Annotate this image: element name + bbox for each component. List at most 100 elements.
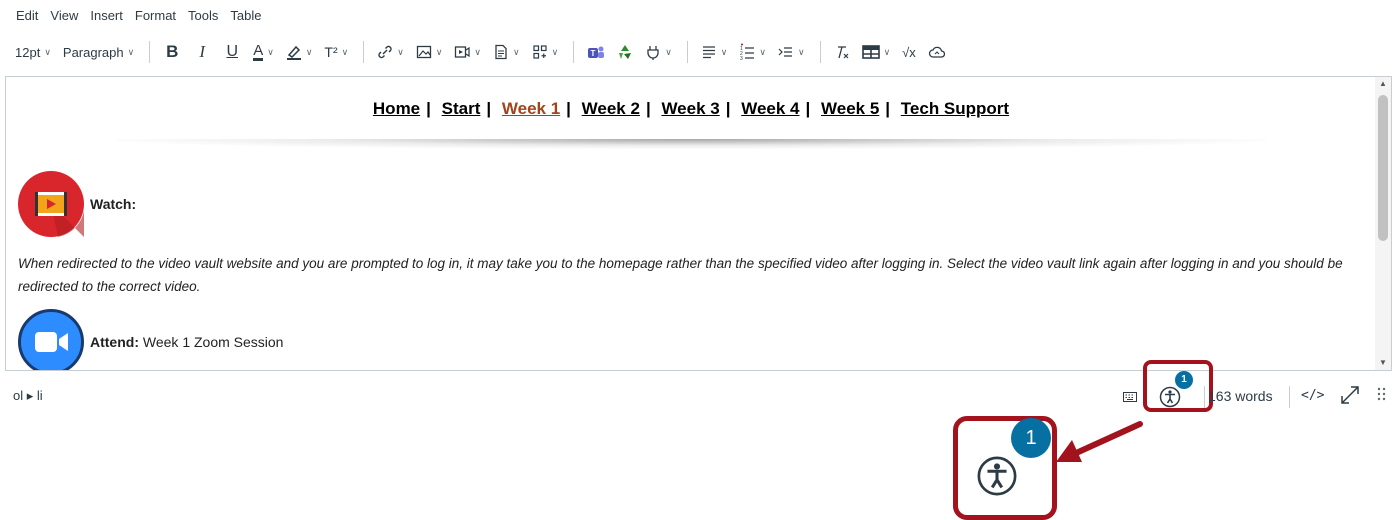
- nav-separator: |: [885, 99, 891, 118]
- zoom-camera-icon: [18, 309, 84, 370]
- element-path[interactable]: ol ▸ li: [13, 388, 43, 404]
- accessibility-issue-badge-large: 1: [1011, 418, 1051, 458]
- chevron-down-icon: ∨: [397, 46, 404, 57]
- menubar: Edit View Insert Format Tools Table: [10, 6, 267, 26]
- bold-icon[interactable]: B: [158, 39, 186, 65]
- font-size-value: 12pt: [15, 44, 41, 60]
- scroll-up-icon[interactable]: ▲: [1375, 77, 1391, 91]
- toolbar-divider: [573, 41, 575, 63]
- font-size-select[interactable]: 12pt ∨: [10, 39, 56, 65]
- scroll-down-icon[interactable]: ▼: [1375, 356, 1391, 370]
- cloud-icon: [928, 46, 945, 58]
- highlight-color-button[interactable]: ∨: [281, 39, 318, 65]
- menu-view[interactable]: View: [44, 6, 84, 26]
- nav-separator: |: [725, 99, 731, 118]
- indent-button[interactable]: ∨: [773, 39, 810, 65]
- menu-format[interactable]: Format: [129, 6, 182, 26]
- teams-button[interactable]: T: [582, 39, 610, 65]
- scroll-thumb[interactable]: [1378, 95, 1388, 241]
- plug-icon: [647, 46, 659, 60]
- menu-insert[interactable]: Insert: [84, 6, 129, 26]
- chevron-down-icon: ∨: [759, 46, 766, 57]
- nav-link-start[interactable]: Start: [442, 99, 481, 118]
- block-format-value: Paragraph: [62, 44, 124, 60]
- equation-button[interactable]: √x: [897, 39, 921, 65]
- highlighter-icon: [286, 45, 301, 60]
- attend-session: Week 1 Zoom Session: [139, 334, 284, 350]
- editor-scrollbar[interactable]: ▲ ▼: [1375, 77, 1391, 370]
- plugin-button[interactable]: ∨: [640, 39, 677, 65]
- apps-button[interactable]: ∨: [527, 39, 564, 65]
- toolbar: 12pt ∨ Paragraph ∨ B I U A ∨ ∨ T² ∨ ∨ ∨ …: [10, 38, 1390, 66]
- chevron-down-icon: ∨: [341, 46, 349, 57]
- nav-separator: |: [426, 99, 431, 118]
- nav-separator: |: [805, 99, 811, 118]
- nav-link-week-3[interactable]: Week 3: [661, 99, 719, 118]
- svg-text:T: T: [591, 49, 596, 58]
- chevron-down-icon: ∨: [513, 46, 520, 57]
- superscript-button[interactable]: T² ∨: [319, 39, 353, 65]
- nav-link-week-2[interactable]: Week 2: [582, 99, 640, 118]
- resize-grip-icon[interactable]: [1377, 387, 1387, 406]
- course-nav-links: Home | Start | Week 1 | Week 2 | Week 3 | Wee…: [6, 99, 1376, 119]
- accessibility-icon: [976, 455, 1018, 502]
- keyboard-icon[interactable]: [1123, 390, 1137, 406]
- align-left-icon: [702, 46, 715, 59]
- recycle-button[interactable]: [612, 39, 638, 65]
- video-icon: [18, 171, 84, 237]
- toolbar-divider: [686, 41, 688, 63]
- underline-icon[interactable]: U: [218, 39, 246, 65]
- nav-separator: |: [566, 99, 571, 118]
- toolbar-divider: [819, 41, 821, 63]
- text-color-button[interactable]: A ∨: [248, 39, 279, 65]
- media-button[interactable]: ∨: [449, 39, 486, 65]
- link-icon: [378, 45, 392, 59]
- nav-link-home[interactable]: Home: [373, 99, 420, 118]
- image-icon: [416, 45, 431, 59]
- block-format-select[interactable]: Paragraph ∨: [58, 39, 139, 65]
- chevron-down-icon: ∨: [267, 46, 274, 57]
- square-root-icon: √x: [902, 44, 916, 60]
- table-icon: [861, 45, 880, 59]
- toolbar-divider: [363, 41, 365, 63]
- recycle-icon: [619, 45, 632, 59]
- menu-tools[interactable]: Tools: [182, 6, 224, 26]
- align-button[interactable]: ∨: [696, 39, 733, 65]
- chevron-down-icon: ∨: [474, 46, 482, 57]
- chevron-down-icon: ∨: [44, 46, 51, 57]
- menu-table[interactable]: Table: [224, 6, 267, 26]
- attend-text: Attend: Week 1 Zoom Session: [90, 334, 283, 350]
- fullscreen-expand-icon[interactable]: [1339, 384, 1361, 409]
- nav-link-tech-support[interactable]: Tech Support: [901, 99, 1009, 118]
- chevron-down-icon: ∨: [883, 46, 891, 57]
- nav-separator: |: [645, 99, 651, 118]
- cloud-button[interactable]: [923, 39, 951, 65]
- media-icon: [455, 46, 471, 58]
- html-editor-toggle[interactable]: </>: [1301, 388, 1324, 403]
- attend-label: Attend:: [90, 334, 139, 350]
- editor-content-area[interactable]: Home | Start | Week 1 | Week 2 | Week 3 | Wee…: [5, 76, 1392, 371]
- nav-link-week-5[interactable]: Week 5: [821, 99, 879, 118]
- chevron-down-icon: ∨: [797, 46, 805, 57]
- menu-edit[interactable]: Edit: [10, 6, 44, 26]
- nav-separator: |: [486, 99, 492, 118]
- image-button[interactable]: ∨: [411, 39, 448, 65]
- watch-label: Watch:: [90, 196, 137, 212]
- ordered-list-icon: 123: [740, 43, 755, 61]
- highlight-frame: [1143, 360, 1213, 412]
- nav-link-week-1[interactable]: Week 1: [502, 99, 560, 118]
- word-count[interactable]: 163 words: [1208, 388, 1273, 404]
- text-color-icon: A: [253, 41, 264, 61]
- ordered-list-button[interactable]: 123 ∨: [734, 39, 771, 65]
- link-button[interactable]: ∨: [372, 39, 409, 65]
- clear-formatting-button[interactable]: [829, 39, 855, 65]
- teams-icon: T: [588, 46, 605, 58]
- chevron-down-icon: ∨: [305, 46, 313, 57]
- table-button[interactable]: ∨: [857, 39, 896, 65]
- nav-link-week-4[interactable]: Week 4: [741, 99, 799, 118]
- italic-icon[interactable]: I: [188, 39, 216, 65]
- document-button[interactable]: ∨: [488, 39, 525, 65]
- document-icon: [495, 44, 507, 60]
- chevron-down-icon: ∨: [551, 46, 559, 57]
- statusbar-divider: [1289, 386, 1290, 408]
